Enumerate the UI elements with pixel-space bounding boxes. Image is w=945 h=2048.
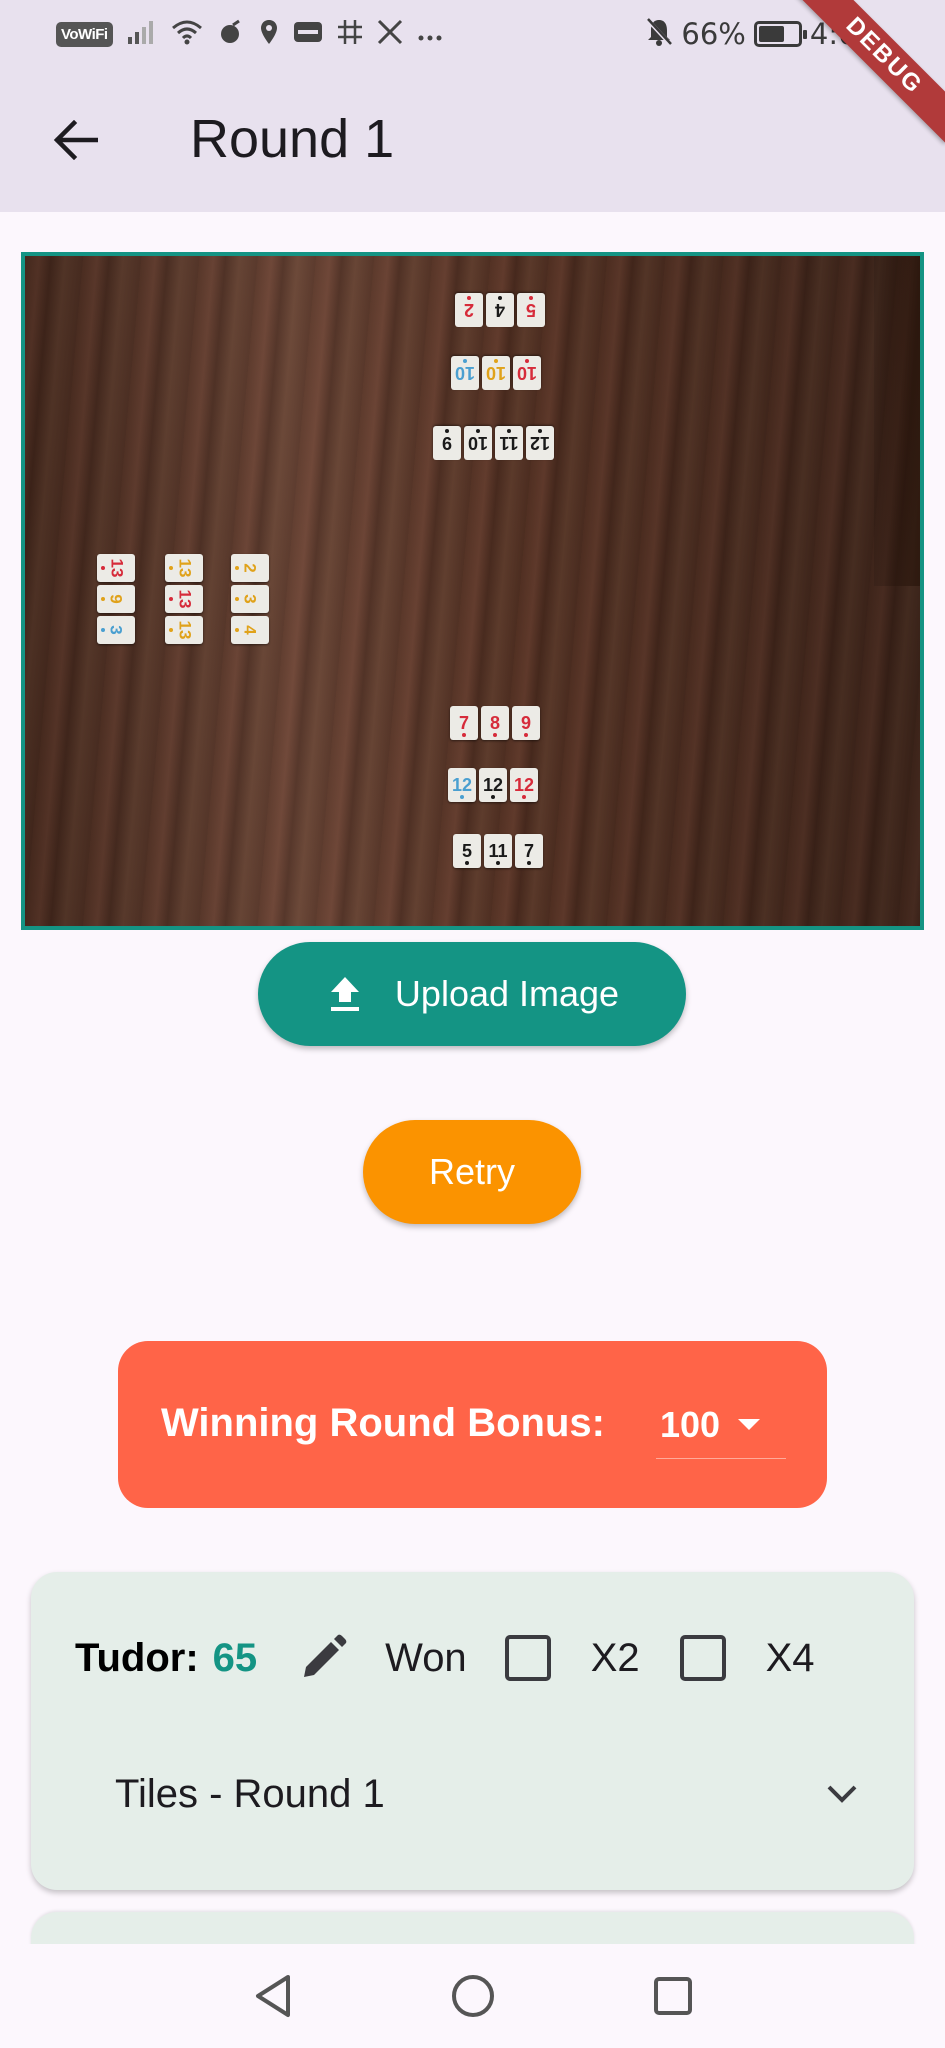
x2-label: X2 (590, 1635, 640, 1680)
photo-tile: 12 (479, 768, 507, 802)
pencil-icon (304, 1634, 347, 1677)
winning-bonus-label: Winning Round Bonus: (161, 1401, 605, 1445)
player-score: 65 (212, 1635, 258, 1680)
signal-icon (127, 19, 157, 50)
battery-level (758, 26, 784, 42)
photo-tile: 13 (165, 585, 203, 613)
won-label: Won (385, 1635, 467, 1680)
player-header-row: Tudor: 65 Won X2 X4 (75, 1628, 815, 1688)
retry-button[interactable]: Retry (363, 1120, 581, 1224)
emag-icon (293, 19, 323, 50)
photo-tile: 2 (455, 293, 483, 327)
nav-recents-button[interactable] (648, 1971, 698, 2021)
photo-tile: 4 (231, 616, 269, 644)
tile-group-col3: 2 3 4 (231, 554, 269, 644)
winning-bonus-dropdown[interactable]: 100 (656, 1391, 786, 1459)
tile-group-row3: 9 10 11 12 (433, 426, 554, 460)
photo-tile: 9 (97, 585, 135, 613)
photo-tile: 8 (481, 706, 509, 740)
tile-group-row5: 12 12 12 (448, 768, 538, 802)
edit-score-button[interactable] (295, 1630, 351, 1686)
upload-image-button[interactable]: Upload Image (258, 942, 686, 1046)
photo-tile: 3 (231, 585, 269, 613)
tile-group-col2: 13 13 13 (165, 554, 203, 644)
arrow-back-icon (53, 120, 98, 160)
photo-tile: 4 (486, 293, 514, 327)
photo-tile: 5 (453, 834, 481, 868)
photo-shadow (874, 256, 920, 586)
status-icons-left: VoWiFi (56, 16, 443, 52)
nav-home-button[interactable] (448, 1971, 498, 2021)
upload-image-label: Upload Image (394, 973, 620, 1014)
photo-tile: 12 (448, 768, 476, 802)
photo-tile: 11 (495, 426, 523, 460)
photo-tile: 12 (526, 426, 554, 460)
photo-tile: 3 (97, 616, 135, 644)
grid-icon (337, 19, 363, 50)
tiles-expansion-tile[interactable]: Tiles - Round 1 (115, 1762, 859, 1826)
nav-back-button[interactable] (248, 1971, 298, 2021)
x-icon (377, 19, 403, 50)
photo-tile: 7 (515, 834, 543, 868)
photo-tile: 13 (165, 554, 203, 582)
photo-tile: 2 (231, 554, 269, 582)
back-button[interactable] (40, 110, 110, 170)
battery-percent: 66% (681, 17, 746, 51)
winning-bonus-card: Winning Round Bonus: 100 (118, 1341, 827, 1508)
photo-tile: 10 (513, 356, 541, 390)
photo-tile: 13 (165, 616, 203, 644)
tiles-round-label: Tiles - Round 1 (115, 1771, 385, 1816)
photo-tile: 9 (512, 706, 540, 740)
x2-checkbox[interactable] (679, 1635, 726, 1681)
photo-tile: 12 (510, 768, 538, 802)
debug-banner-label: DEBUG (797, 0, 945, 143)
image-preview: 245 10 10 10 9 10 11 12 13 9 3 13 13 13 234 789 1… (21, 252, 924, 930)
tile-group-col1: 13 9 3 (97, 554, 135, 644)
triangle-back-icon (255, 1975, 290, 2017)
circle-home-icon (451, 1975, 494, 2017)
photo-tile: 13 (97, 554, 135, 582)
winning-bonus-value: 100 (660, 1403, 721, 1445)
bell-off-icon (645, 17, 673, 52)
photo-tile: 10 (482, 356, 510, 390)
photo-tile: 11 (484, 834, 512, 868)
photo-tile: 7 (450, 706, 478, 740)
player-name: Tudor: (75, 1635, 199, 1680)
wifi-icon (171, 19, 203, 50)
tile-group-row2: 10 10 10 (451, 356, 541, 390)
chevron-down-icon (827, 1785, 857, 1803)
won-checkbox[interactable] (504, 1635, 551, 1681)
x4-label: X4 (765, 1635, 815, 1680)
tile-group-row4: 789 (450, 706, 540, 740)
location-icon (259, 18, 279, 51)
system-nav-bar (0, 1944, 945, 2048)
square-recents-icon (653, 1977, 692, 2015)
photo-tile: 5 (517, 293, 545, 327)
notification-icon (217, 19, 245, 50)
vowifi-icon: VoWiFi (56, 21, 113, 47)
dropdown-arrow-icon (738, 1419, 761, 1430)
debug-banner: DEBUG (785, 0, 945, 160)
photo-tile: 9 (433, 426, 461, 460)
tile-group-row1: 245 (455, 293, 545, 327)
photo-tile: 10 (451, 356, 479, 390)
tile-group-row6: 5 11 7 (453, 834, 543, 868)
upload-icon (330, 977, 359, 1011)
page-title: Round 1 (190, 109, 395, 169)
photo-tile: 10 (464, 426, 492, 460)
player-card: Tudor: 65 Won X2 X4 Tiles - Round 1 (31, 1572, 914, 1890)
more-icon (417, 21, 443, 47)
retry-label: Retry (428, 1151, 515, 1192)
